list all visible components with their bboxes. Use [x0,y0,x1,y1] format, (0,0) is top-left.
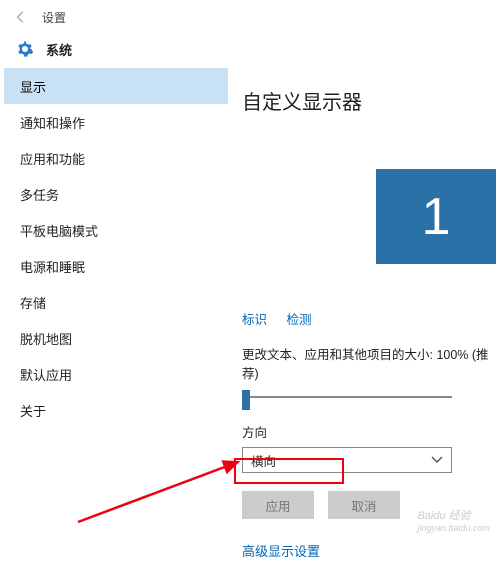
sidebar-item-power[interactable]: 电源和睡眠 [4,248,228,284]
orientation-value: 横向 [251,451,276,470]
orientation-select[interactable]: 横向 [242,447,452,473]
sidebar-item-apps[interactable]: 应用和功能 [4,140,228,176]
monitor-links: 标识 检测 [242,309,496,328]
identify-link[interactable]: 标识 [242,313,267,327]
monitor-number: 1 [422,187,451,247]
sidebar-item-label: 存储 [20,293,46,312]
sidebar-item-multitask[interactable]: 多任务 [4,176,228,212]
slider-thumb[interactable] [242,390,250,410]
sidebar-item-notifications[interactable]: 通知和操作 [4,104,228,140]
back-button[interactable] [10,6,32,28]
main-panel: 自定义显示器 1 标识 检测 更改文本、应用和其他项目的大小: 100% (推荐… [228,68,496,537]
sidebar-item-label: 脱机地图 [20,329,72,348]
scale-slider[interactable] [242,388,452,406]
monitor-preview: 1 [242,129,496,299]
header-title: 系统 [46,40,72,59]
chevron-down-icon [431,456,443,464]
sidebar-item-storage[interactable]: 存储 [4,284,228,320]
advanced-display-link[interactable]: 高级显示设置 [242,541,320,560]
sidebar-item-label: 多任务 [20,185,59,204]
sidebar-item-default-apps[interactable]: 默认应用 [4,356,228,392]
detect-link[interactable]: 检测 [287,313,312,327]
monitor-1[interactable]: 1 [376,169,496,264]
titlebar: 设置 [4,4,496,30]
sidebar-item-label: 关于 [20,401,46,420]
header: 系统 [4,30,496,68]
sidebar-item-about[interactable]: 关于 [4,392,228,428]
sidebar-item-maps[interactable]: 脱机地图 [4,320,228,356]
sidebar: 显示 通知和操作 应用和功能 多任务 平板电脑模式 电源和睡眠 存储 脱机地图 … [4,68,228,537]
sidebar-item-label: 显示 [20,77,46,96]
sidebar-item-label: 通知和操作 [20,113,85,132]
window-title: 设置 [42,9,66,26]
cancel-button[interactable]: 取消 [328,491,400,519]
scale-label: 更改文本、应用和其他项目的大小: 100% (推荐) [242,344,496,382]
sidebar-item-label: 应用和功能 [20,149,85,168]
sidebar-item-label: 电源和睡眠 [20,257,85,276]
page-title: 自定义显示器 [242,86,496,115]
sidebar-item-display[interactable]: 显示 [4,68,228,104]
slider-track [242,396,452,398]
button-row: 应用 取消 [242,491,496,519]
apply-button[interactable]: 应用 [242,491,314,519]
orientation-label: 方向 [242,422,496,441]
button-label: 取消 [351,496,376,515]
sidebar-item-tablet[interactable]: 平板电脑模式 [4,212,228,248]
arrow-left-icon [14,10,28,24]
sidebar-item-label: 平板电脑模式 [20,221,98,240]
button-label: 应用 [265,496,290,515]
gear-icon [16,40,34,58]
sidebar-item-label: 默认应用 [20,365,72,384]
